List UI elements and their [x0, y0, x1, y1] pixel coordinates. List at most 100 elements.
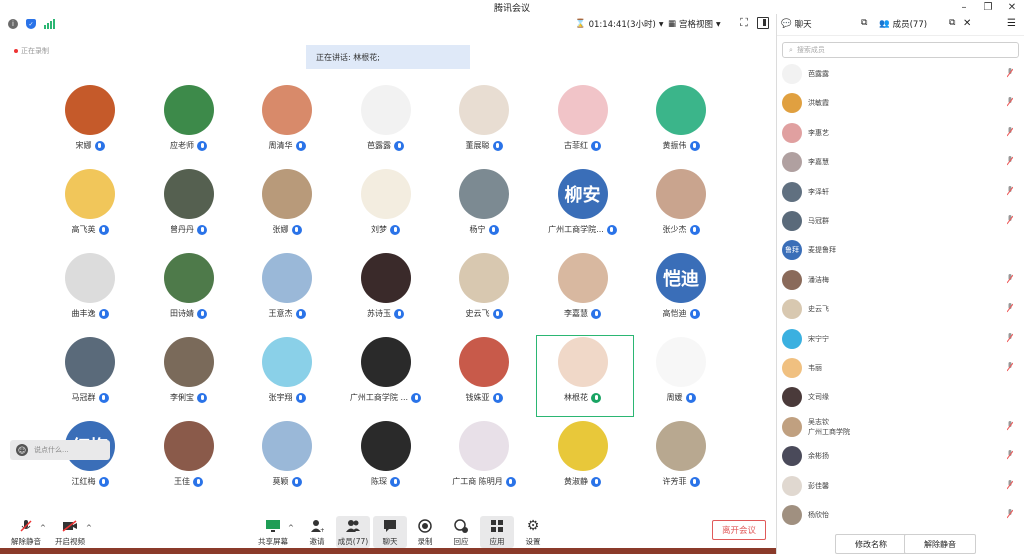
tab-chat[interactable]: 💬 聊天 — [781, 18, 812, 30]
member-row[interactable]: 余彬扬 — [782, 442, 1017, 470]
member-row[interactable]: 吴志钦 广州工商学院 — [782, 413, 1017, 441]
unmute-button[interactable]: 解除静音 — [6, 518, 46, 547]
participant-tile[interactable]: 莫颖 — [237, 421, 337, 501]
mic-muted-icon[interactable] — [1006, 185, 1014, 196]
mic-muted-icon[interactable] — [1006, 362, 1014, 372]
mic-muted-icon[interactable] — [1006, 273, 1014, 284]
member-row[interactable]: 李惠艺 — [782, 119, 1017, 147]
member-row[interactable]: 鲁拜 麦提鲁拜 — [782, 236, 1017, 264]
participant-tile[interactable]: 曾丹丹 — [139, 169, 239, 249]
participant-tile[interactable]: 应老师 — [139, 85, 239, 165]
participant-tile[interactable]: 宋娜 — [40, 85, 140, 165]
restore-button[interactable]: ❐ — [976, 0, 1000, 14]
member-row[interactable]: 马冠群 — [782, 207, 1017, 235]
participant-tile[interactable]: 芭露露 — [336, 85, 436, 165]
participant-tile[interactable]: 许芳菲 — [631, 421, 731, 501]
sidebar-toggle-icon[interactable] — [757, 17, 769, 29]
participant-tile[interactable]: 王佳 — [139, 421, 239, 501]
member-row[interactable]: 李泽轩 — [782, 178, 1017, 206]
meeting-timer[interactable]: ⌛ 01:14:41(3小时) ▼ — [575, 18, 663, 30]
mic-muted-icon[interactable] — [1006, 420, 1014, 431]
participant-tile[interactable]: 红梅江红梅 — [40, 421, 140, 501]
members-button[interactable]: 成员(77) — [336, 516, 370, 548]
participant-tile[interactable]: 刘梦 — [336, 169, 436, 249]
unmute-all-button[interactable]: 解除静音 — [904, 534, 976, 554]
view-mode-selector[interactable]: ▦ 宫格视图 ▼ — [668, 18, 721, 30]
participant-tile[interactable]: 史云飞 — [434, 253, 534, 333]
close-members-icon[interactable]: ✕ — [963, 18, 971, 29]
participant-tile[interactable]: 周清华 — [237, 85, 337, 165]
minimize-button[interactable]: – — [952, 0, 976, 14]
mic-muted-icon[interactable] — [1006, 303, 1014, 313]
chevron-up-icon[interactable]: ^ — [40, 524, 46, 532]
participant-tile[interactable]: 广州工商学院 ... — [336, 337, 436, 417]
participant-tile[interactable]: 李嘉慧 — [533, 253, 633, 333]
participant-tile[interactable]: 张宇翔 — [237, 337, 337, 417]
popout-chat-icon[interactable]: ⧉ — [861, 18, 867, 28]
mic-muted-icon[interactable] — [1006, 332, 1014, 343]
video-button[interactable]: 开启视频 — [52, 518, 88, 547]
participant-tile[interactable]: 周媛 — [631, 337, 731, 417]
member-row[interactable]: 芭露露 — [782, 60, 1017, 88]
participant-tile[interactable]: 李俐宝 — [139, 337, 239, 417]
member-row[interactable]: 文司缘 — [782, 383, 1017, 411]
menu-icon[interactable]: ☰ — [1007, 18, 1016, 29]
emoji-icon[interactable]: ☺ — [16, 444, 28, 456]
record-button[interactable]: 录制 — [408, 518, 442, 547]
shield-icon[interactable]: ✓ — [26, 19, 36, 29]
member-row[interactable]: 彭佳馨 — [782, 472, 1017, 500]
participant-tile[interactable]: 柳安 广州工商学院... — [533, 169, 633, 249]
tab-members[interactable]: 👥 成员(77) — [879, 18, 927, 30]
participant-tile[interactable]: 董展聪 — [434, 85, 534, 165]
leave-meeting-button[interactable]: 离开会议 — [712, 520, 766, 540]
signal-icon[interactable] — [44, 19, 56, 29]
mic-muted-icon[interactable] — [1006, 479, 1014, 490]
participant-tile[interactable]: 广工商 陈明月 — [434, 421, 534, 501]
invite-button[interactable]: + 邀请 — [300, 518, 334, 547]
member-row[interactable]: 杨欣怡 — [782, 501, 1017, 529]
chevron-up-icon[interactable]: ^ — [86, 524, 92, 532]
chat-input-placeholder[interactable]: 说点什么... — [34, 445, 69, 455]
mic-muted-icon[interactable] — [1006, 450, 1014, 460]
participant-tile[interactable]: 王意杰 — [237, 253, 337, 333]
member-row[interactable]: 宋宁宁 — [782, 325, 1017, 353]
participant-tile[interactable]: 陈琛 — [336, 421, 436, 501]
member-search-input[interactable]: ⌕ 搜索成员 — [782, 42, 1019, 58]
info-icon[interactable]: i — [8, 19, 18, 29]
member-row[interactable]: 李嘉慧 — [782, 148, 1017, 176]
participant-tile[interactable]: 苏诗玉 — [336, 253, 436, 333]
participant-tile[interactable]: 林根花 — [533, 337, 633, 417]
mic-muted-icon[interactable] — [1006, 215, 1014, 225]
participant-tile[interactable]: 黄振伟 — [631, 85, 731, 165]
mic-muted-icon[interactable] — [1006, 509, 1014, 519]
participant-tile[interactable]: 古菲红 — [533, 85, 633, 165]
participant-tile[interactable]: 田诗婧 — [139, 253, 239, 333]
member-row[interactable]: 史云飞 — [782, 295, 1017, 323]
rename-button[interactable]: 修改名称 — [835, 534, 907, 554]
participant-tile[interactable]: 杨宁 — [434, 169, 534, 249]
fullscreen-icon[interactable]: ⛶ — [738, 16, 750, 29]
settings-button[interactable]: ⚙ 设置 — [516, 518, 550, 547]
member-row[interactable]: 韦丽 — [782, 354, 1017, 382]
popout-members-icon[interactable]: ⧉ — [949, 18, 955, 28]
participant-tile[interactable]: 黄淑静 — [533, 421, 633, 501]
mic-muted-icon[interactable] — [1006, 97, 1014, 107]
mic-muted-icon[interactable] — [1006, 156, 1014, 166]
apps-button[interactable]: 应用 — [480, 516, 514, 548]
close-window-button[interactable]: ✕ — [1000, 0, 1024, 14]
participant-tile[interactable]: 张娜 — [237, 169, 337, 249]
mic-muted-icon[interactable] — [1006, 126, 1014, 137]
chat-input-bar[interactable]: ☺ 说点什么... — [10, 440, 110, 460]
participant-tile[interactable]: 曲丰逸 — [40, 253, 140, 333]
share-screen-button[interactable]: 共享屏幕 — [256, 518, 290, 547]
participant-tile[interactable]: 钱姝亚 — [434, 337, 534, 417]
participant-tile[interactable]: 张少杰 — [631, 169, 731, 249]
participant-tile[interactable]: 高飞英 — [40, 169, 140, 249]
member-row[interactable]: 洪敏霞 — [782, 89, 1017, 117]
member-row[interactable]: 潘洁梅 — [782, 266, 1017, 294]
chevron-up-icon[interactable]: ^ — [288, 524, 294, 532]
mic-muted-icon[interactable] — [1006, 68, 1014, 78]
participant-tile[interactable]: 马冠群 — [40, 337, 140, 417]
chat-button[interactable]: 聊天 — [373, 516, 407, 548]
reaction-button[interactable]: 回应 — [444, 518, 478, 547]
